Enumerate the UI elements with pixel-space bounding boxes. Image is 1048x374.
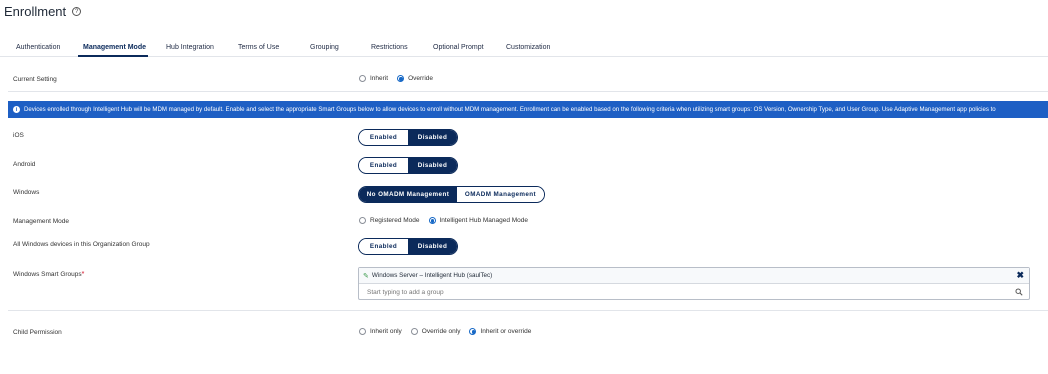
all-windows-disabled-button[interactable]: Disabled [408,239,457,254]
tab-authentication[interactable]: Authentication [16,44,60,51]
info-icon: i [13,106,20,113]
required-mark: * [81,271,85,278]
ios-enabled-button[interactable]: Enabled [359,130,408,145]
page-title-text: Enrollment [4,4,67,19]
info-banner: i Devices enrolled through Intelligent H… [8,101,1048,118]
tab-optional-prompt[interactable]: Optional Prompt [433,44,484,51]
windows-smart-groups-label: Windows Smart Groups* [13,271,84,278]
radio-registered-mode[interactable]: Registered Mode [359,217,420,224]
selected-group-name[interactable]: Windows Server – Intelligent Hub (saulTe… [372,272,492,279]
tab-restrictions[interactable]: Restrictions [371,44,408,51]
android-label: Android [13,161,36,168]
help-icon[interactable]: ? [72,7,82,16]
remove-group-icon[interactable]: ✖ [1016,271,1024,280]
radio-override-only-circle[interactable] [410,328,418,335]
radio-override[interactable]: Override [397,75,433,82]
active-tab-indicator [78,55,148,57]
tab-bar: Authentication Management Mode Hub Integ… [0,40,1048,57]
radio-inherit-label: Inherit [370,75,389,82]
android-enabled-button[interactable]: Enabled [359,158,408,173]
radio-override-label: Override [408,75,434,82]
radio-override-only[interactable]: Override only [410,328,461,335]
all-windows-enabled-button[interactable]: Enabled [359,239,408,254]
management-mode-radio-group: Registered Mode Intelligent Hub Managed … [359,217,537,224]
radio-hub-managed-mode[interactable]: Intelligent Hub Managed Mode [428,217,529,224]
windows-omadm-toggle: No OMADM Management OMADM Management [358,186,545,203]
tab-hub-integration[interactable]: Hub Integration [166,44,214,51]
section-divider-bottom [8,310,1048,311]
group-search-row [359,284,1029,300]
windows-label: Windows [13,189,40,196]
smart-group-picker: ✎ Windows Server – Intelligent Hub (saul… [358,267,1030,300]
search-icon[interactable] [1015,288,1023,296]
ios-disabled-button[interactable]: Disabled [408,130,457,145]
ios-label: iOS [13,132,24,139]
all-windows-label: All Windows devices in this Organization… [13,241,150,248]
current-setting-label: Current Setting [13,76,57,83]
radio-inherit-only[interactable]: Inherit only [359,328,402,335]
radio-inherit-or-override-circle[interactable] [469,328,477,335]
child-permission-label: Child Permission [13,329,62,336]
info-banner-text: Devices enrolled through Intelligent Hub… [24,106,996,113]
radio-inherit-only-label: Inherit only [370,328,402,335]
tab-grouping[interactable]: Grouping [310,44,339,51]
tab-management-mode[interactable]: Management Mode [83,44,146,51]
radio-hub-managed-mode-circle[interactable] [428,217,436,224]
pencil-icon[interactable]: ✎ [363,272,369,280]
radio-override-only-label: Override only [421,328,461,335]
radio-hub-managed-mode-label: Intelligent Hub Managed Mode [439,217,529,224]
no-omadm-management-button[interactable]: No OMADM Management [359,187,457,202]
selected-group-chip: ✎ Windows Server – Intelligent Hub (saul… [359,268,1029,284]
management-mode-label: Management Mode [13,218,70,225]
radio-inherit-only-circle[interactable] [359,328,366,335]
omadm-management-button[interactable]: OMADM Management [456,187,544,202]
tab-terms-of-use[interactable]: Terms of Use [238,44,279,51]
radio-inherit-circle[interactable] [359,75,366,82]
radio-inherit-or-override[interactable]: Inherit or override [469,328,531,335]
group-search-input[interactable] [359,284,1029,300]
radio-inherit-or-override-label: Inherit or override [480,328,532,335]
all-windows-toggle: Enabled Disabled [358,238,458,255]
page-title: Enrollment ? [4,4,82,19]
android-disabled-button[interactable]: Disabled [408,158,457,173]
radio-override-circle[interactable] [397,75,405,82]
radio-registered-mode-circle[interactable] [359,217,366,224]
child-permission-radio-group: Inherit only Override only Inherit or ov… [359,328,540,335]
tab-customization[interactable]: Customization [506,44,550,51]
windows-smart-groups-label-text: Windows Smart Groups [13,271,82,278]
current-setting-radio-group: Inherit Override [359,75,442,82]
radio-inherit[interactable]: Inherit [359,75,388,82]
ios-toggle: Enabled Disabled [358,129,458,146]
section-divider-top [8,91,1048,92]
radio-registered-mode-label: Registered Mode [370,217,420,224]
android-toggle: Enabled Disabled [358,157,458,174]
